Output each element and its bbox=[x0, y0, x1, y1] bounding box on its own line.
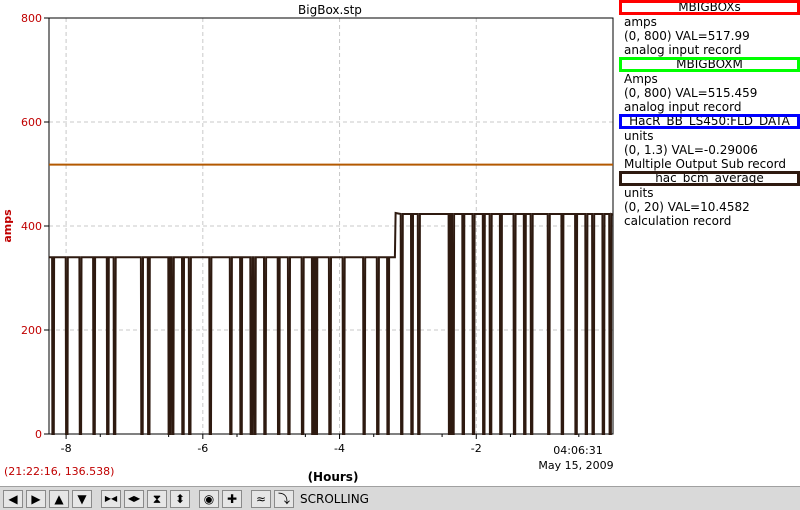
x-tick-label: -2 bbox=[471, 442, 482, 455]
end-date-label: May 15, 2009 bbox=[538, 459, 613, 472]
legend-unit: units bbox=[624, 129, 654, 143]
config-icon[interactable]: ⤵ bbox=[274, 489, 294, 508]
legend-range-value: (0, 20) VAL=10.4582 bbox=[624, 200, 750, 214]
cursor-coordinates: (21:22:16, 136.538) bbox=[4, 465, 115, 478]
toolbar: ◀ ▶ ▲ ▼ ▶◀ ◀▶ ⧗ ⬍ ◉ ✚ ≈ ⤵ SCROLLING bbox=[0, 486, 800, 510]
arrow-up-icon[interactable]: ▲ bbox=[49, 489, 69, 508]
legend-entry-mbigboxm[interactable]: MBIGBOXM Amps (0, 800) VAL=515.459 analo… bbox=[619, 57, 800, 114]
legend-record-type: Multiple Output Sub record bbox=[624, 157, 786, 171]
legend-entry-hac-bcm-average[interactable]: hac_bcm_average units (0, 20) VAL=10.458… bbox=[619, 171, 800, 228]
zoom-out-horizontal-icon[interactable]: ◀▶ bbox=[124, 489, 144, 508]
zoom-out-vertical-icon[interactable]: ⬍ bbox=[170, 489, 190, 508]
plot-area: BigBox.stp amps (Hours) 04:06:31 May 15,… bbox=[1, 3, 614, 484]
arrow-down-icon[interactable]: ▼ bbox=[72, 489, 92, 508]
legend-range-value: (0, 1.3) VAL=-0.29006 bbox=[624, 143, 758, 157]
legend-entry-hacr-bb-ls450[interactable]: HacR_BB_LS450:FLD_DATA units (0, 1.3) VA… bbox=[619, 114, 800, 171]
legend-panel: MBIGBOXs amps (0, 800) VAL=517.99 analog… bbox=[619, 0, 800, 228]
legend-name[interactable]: hac_bcm_average bbox=[619, 171, 800, 186]
legend-unit: units bbox=[624, 186, 654, 200]
legend-entry-mbigboxs[interactable]: MBIGBOXs amps (0, 800) VAL=517.99 analog… bbox=[619, 0, 800, 57]
y-tick-label: 600 bbox=[21, 116, 42, 129]
zoom-in-horizontal-icon[interactable]: ▶◀ bbox=[101, 489, 121, 508]
legend-record-type: calculation record bbox=[624, 214, 732, 228]
add-icon[interactable]: ✚ bbox=[222, 489, 242, 508]
record-icon[interactable]: ◉ bbox=[199, 489, 219, 508]
y-tick-label: 200 bbox=[21, 324, 42, 337]
scroll-mode-status: SCROLLING bbox=[300, 491, 369, 506]
x-tick-label: -6 bbox=[197, 442, 208, 455]
chart-title: BigBox.stp bbox=[298, 3, 362, 17]
x-tick-label: -8 bbox=[61, 442, 72, 455]
x-tick-label: -4 bbox=[334, 442, 345, 455]
legend-name[interactable]: MBIGBOXs bbox=[619, 0, 800, 15]
legend-record-type: analog input record bbox=[624, 43, 742, 57]
legend-record-type: analog input record bbox=[624, 100, 742, 114]
legend-unit: amps bbox=[624, 15, 657, 29]
arrow-left-icon[interactable]: ◀ bbox=[3, 489, 23, 508]
arrow-right-icon[interactable]: ▶ bbox=[26, 489, 46, 508]
auto-scale-icon[interactable]: ≈ bbox=[251, 489, 271, 508]
y-tick-label: 0 bbox=[35, 428, 42, 441]
legend-name[interactable]: MBIGBOXM bbox=[619, 57, 800, 72]
y-tick-label: 400 bbox=[21, 220, 42, 233]
legend-range-value: (0, 800) VAL=517.99 bbox=[624, 29, 750, 43]
y-tick-label: 800 bbox=[21, 12, 42, 25]
legend-name[interactable]: HacR_BB_LS450:FLD_DATA bbox=[619, 114, 800, 129]
zoom-in-vertical-icon[interactable]: ⧗ bbox=[147, 489, 167, 508]
legend-unit: Amps bbox=[624, 72, 658, 86]
end-time-label: 04:06:31 bbox=[553, 444, 602, 457]
trace-hac-bcm-average bbox=[49, 211, 614, 435]
legend-range-value: (0, 800) VAL=515.459 bbox=[624, 86, 758, 100]
x-axis-label: (Hours) bbox=[308, 470, 359, 484]
y-axis-label: amps bbox=[1, 209, 14, 243]
